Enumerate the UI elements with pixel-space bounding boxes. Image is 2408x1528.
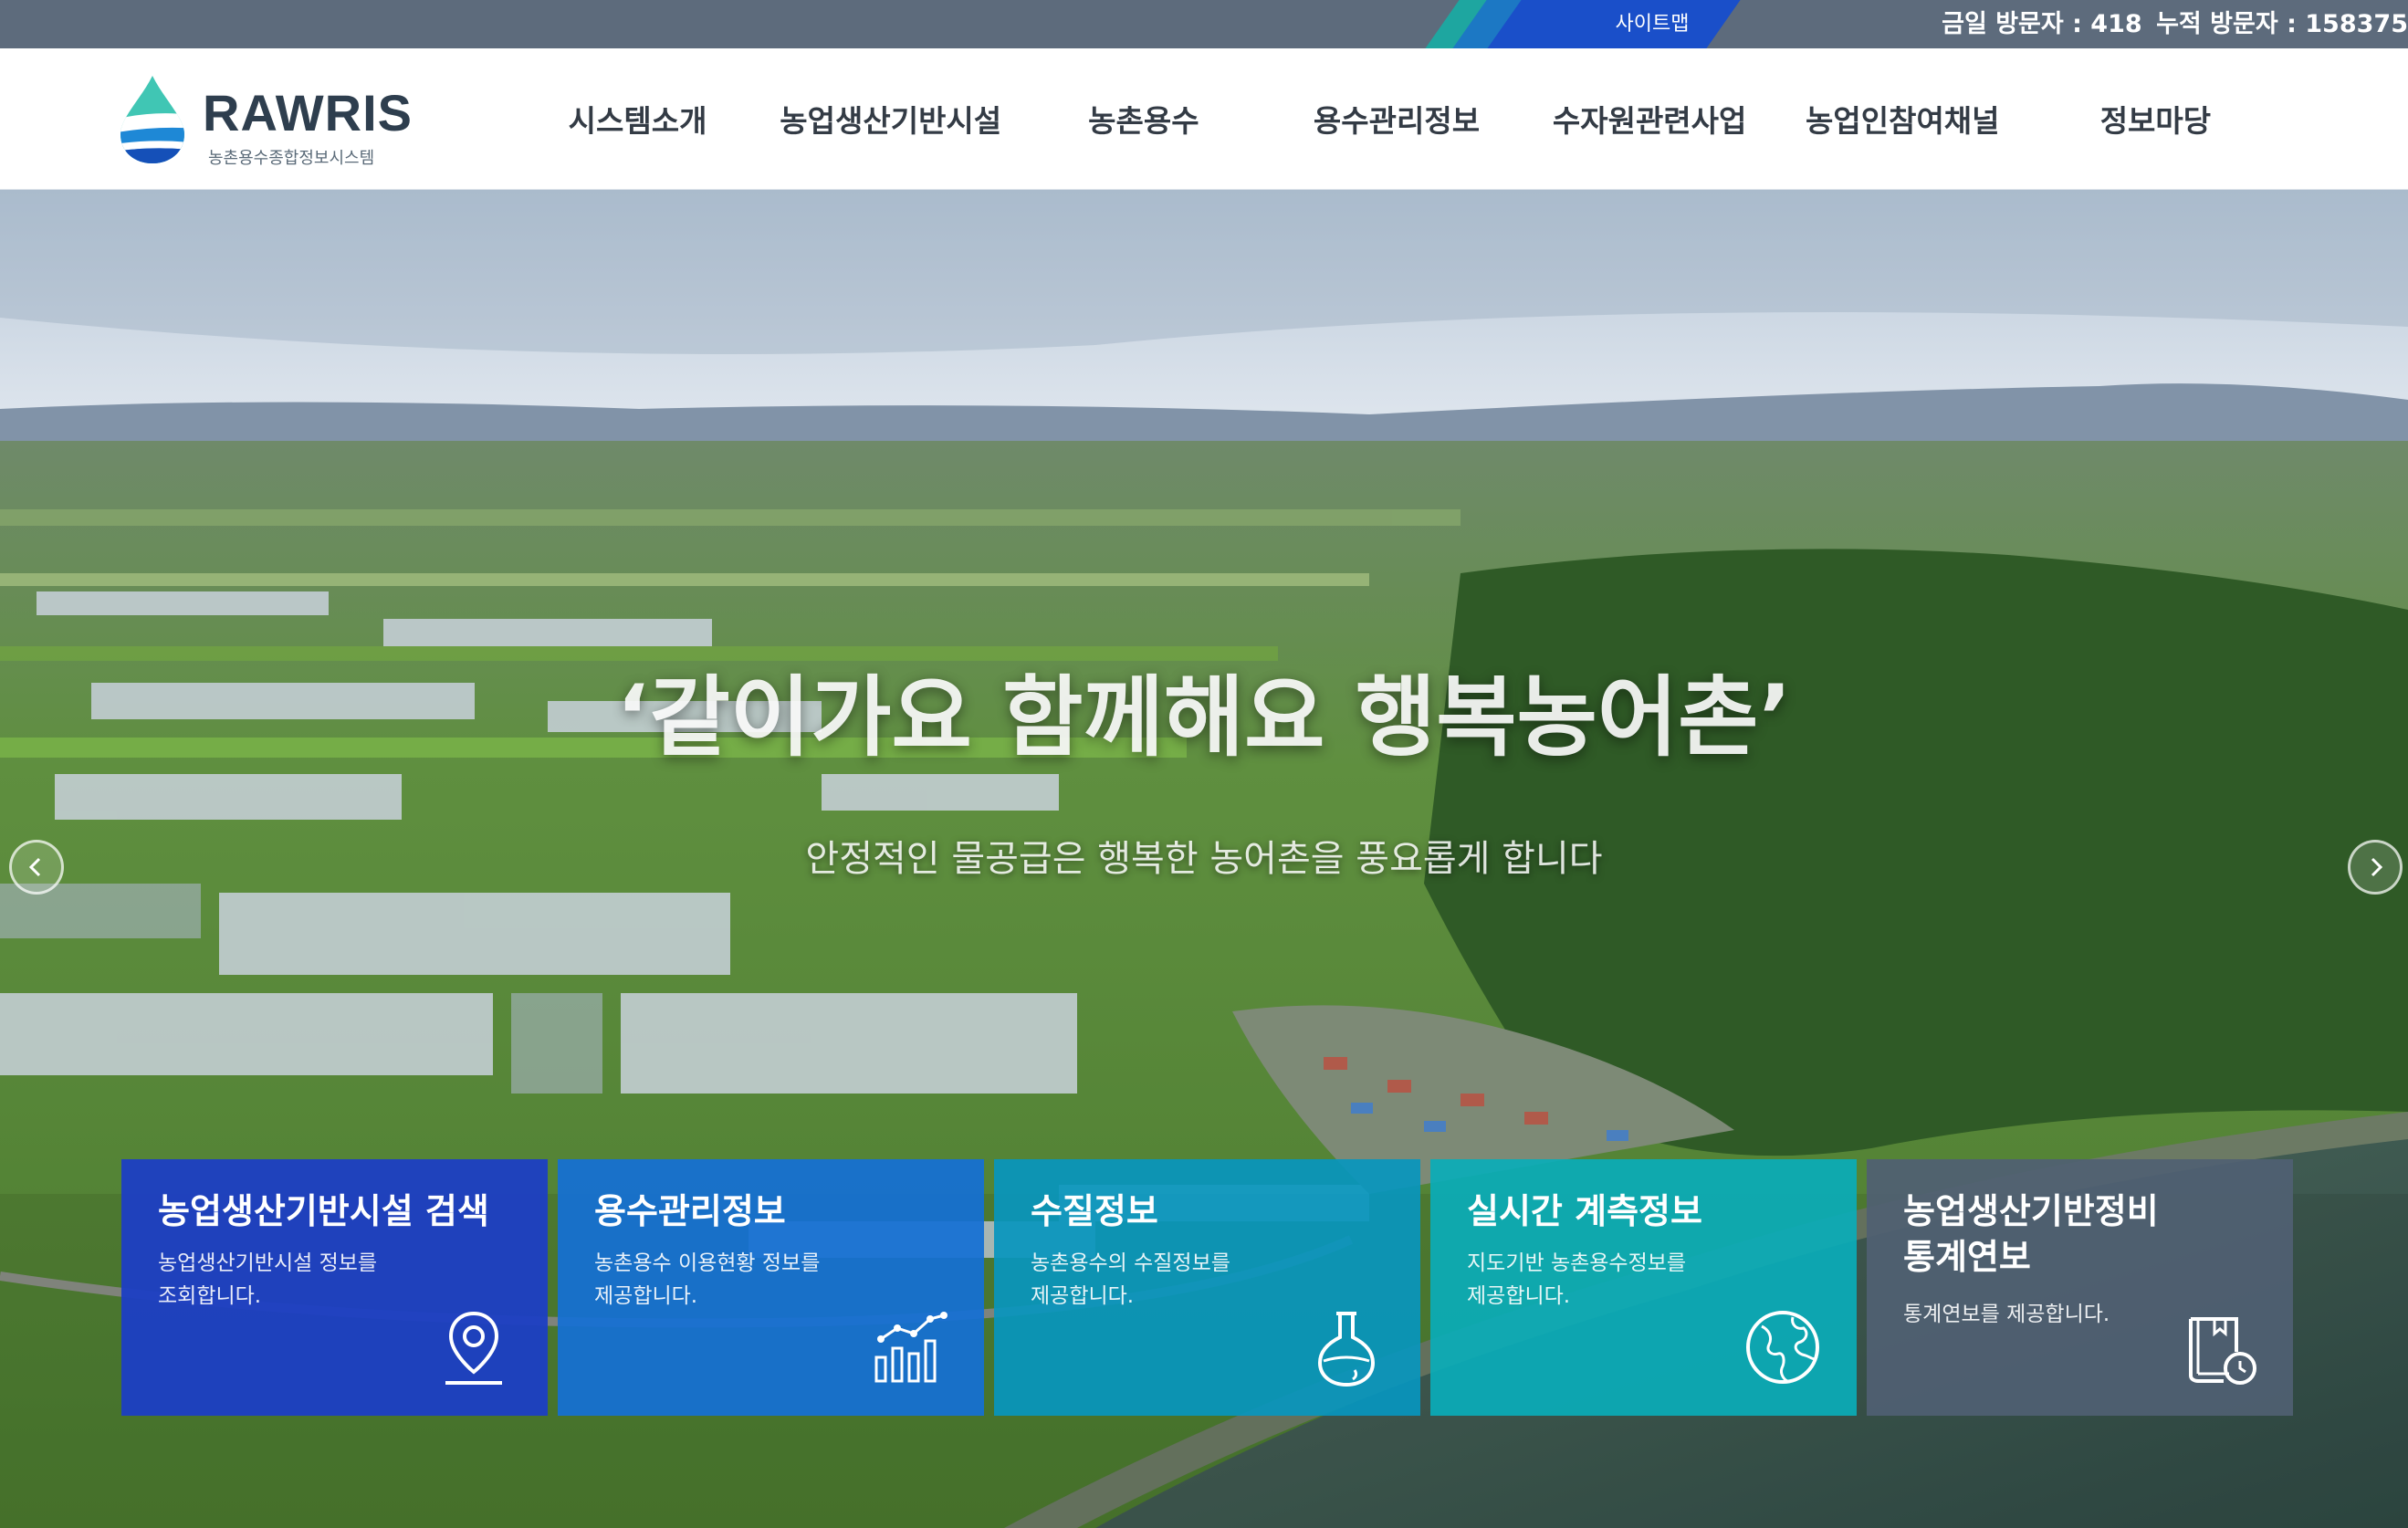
top-utility-bar: 사이트맵 금일 방문자 : 418 누적 방문자 : 158375 (0, 0, 2408, 48)
nav-system-intro[interactable]: 시스템소개 (511, 97, 764, 141)
nav-info-yard[interactable]: 정보마당 (2029, 97, 2282, 141)
card-title: 용수관리정보 (594, 1191, 786, 1231)
logo-subtitle: 농촌용수종합정보시스템 (208, 149, 375, 168)
nav-water-projects[interactable]: 수자원관련사업 (1523, 97, 1776, 141)
card-title: 수질정보 (1031, 1191, 1158, 1231)
chevron-left-icon (28, 857, 41, 877)
card-water-management[interactable]: 용수관리정보 농촌용수 이용현황 정보를 제공합니다. (558, 1159, 984, 1416)
card-statistics-yearbook[interactable]: 농업생산기반정비 통계연보 통계연보를 제공합니다. (1867, 1159, 2293, 1416)
flask-icon (1317, 1312, 1376, 1387)
chevron-right-icon (2371, 857, 2383, 877)
card-title: 농업생산기반정비 통계연보 (1903, 1191, 2159, 1277)
quick-link-cards: 농업생산기반시설 검색 농업생산기반시설 정보를 조회합니다. 용수관리정보 농촌… (121, 1159, 2296, 1416)
slider-next-button[interactable] (2348, 840, 2403, 895)
hero-title: ‘같이가요 함께해요 행복농어촌’ (616, 666, 1792, 769)
book-clock-icon (2189, 1317, 2256, 1385)
globe-icon (1746, 1311, 1819, 1384)
card-title: 실시간 계측정보 (1467, 1191, 1702, 1231)
card-realtime-measurement[interactable]: 실시간 계측정보 지도기반 농촌용수정보를 제공합니다. (1430, 1159, 1857, 1416)
hero-subtitle: 안정적인 물공급은 행복한 농어촌을 풍요롭게 합니다 (805, 838, 1603, 880)
nav-agri-facilities[interactable]: 농업생산기반시설 (764, 97, 1017, 141)
nav-rural-water[interactable]: 농촌용수 (1017, 97, 1270, 141)
chart-icon (874, 1312, 947, 1383)
site-header: RAWRIS 농촌용수종합정보시스템 시스템소개 농업생산기반시설 농촌용수 용… (0, 48, 2408, 190)
logo-title: RAWRIS (203, 84, 413, 141)
main-navigation: 시스템소개 농업생산기반시설 농촌용수 용수관리정보 수자원관련사업 농업인참여… (511, 48, 2282, 189)
card-description: 지도기반 농촌용수정보를 제공합니다. (1467, 1251, 1687, 1308)
visitors-total: 누적 방문자 : 158375 (2156, 10, 2408, 38)
visitors-today: 금일 방문자 : 418 (1942, 10, 2142, 38)
nav-water-management[interactable]: 용수관리정보 (1270, 97, 1523, 141)
map-pin-icon (445, 1311, 502, 1385)
slider-prev-button[interactable] (9, 840, 64, 895)
nav-farmer-channel[interactable]: 농업인참여채널 (1776, 97, 2029, 141)
sitemap-link[interactable]: 사이트맵 (1552, 0, 1753, 48)
card-title: 농업생산기반시설 검색 (158, 1191, 489, 1231)
card-description: 농업생산기반시설 정보를 조회합니다. (158, 1251, 378, 1308)
card-description: 농촌용수 이용현황 정보를 제공합니다. (594, 1251, 821, 1308)
visitor-counter: 금일 방문자 : 418 누적 방문자 : 158375 (1936, 0, 2408, 48)
card-description: 농촌용수의 수질정보를 제공합니다. (1031, 1251, 1230, 1308)
card-facility-search[interactable]: 농업생산기반시설 검색 농업생산기반시설 정보를 조회합니다. (121, 1159, 548, 1416)
water-drop-logo-icon (120, 76, 184, 163)
site-logo[interactable]: RAWRIS 농촌용수종합정보시스템 (117, 74, 427, 168)
card-water-quality[interactable]: 수질정보 농촌용수의 수질정보를 제공합니다. (994, 1159, 1420, 1416)
